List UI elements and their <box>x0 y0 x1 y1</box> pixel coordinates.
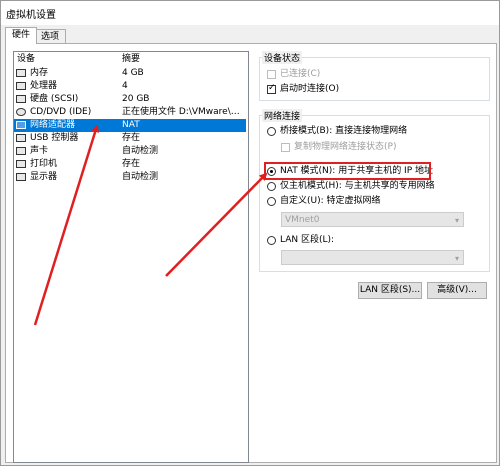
vmnet-select[interactable]: VMnet0 ▾ <box>281 212 464 227</box>
device-summary: 4 GB <box>122 68 144 78</box>
device-name: 打印机 <box>30 159 58 169</box>
custom-label: 自定义(U): 特定虚拟网络 <box>280 196 381 206</box>
sound-icon <box>16 147 26 155</box>
device-row-cpu[interactable]: 处理器 4 <box>14 80 246 93</box>
device-row-display[interactable]: 显示器 自动检测 <box>14 171 246 184</box>
device-summary: 存在 <box>122 159 141 169</box>
tab-options[interactable]: 选项 <box>34 29 67 44</box>
lan-segment-radio[interactable] <box>267 236 276 245</box>
network-connection-group <box>259 115 490 272</box>
host-only-label: 仅主机模式(H): 与主机共享的专用网络 <box>280 181 435 191</box>
device-row-cdrom[interactable]: CD/DVD (IDE) 正在使用文件 D:\VMware\Ce... <box>14 106 246 119</box>
connect-at-power-on-checkbox[interactable] <box>267 83 276 94</box>
column-header-summary[interactable]: 摘要 <box>122 53 140 66</box>
chevron-down-icon: ▾ <box>454 254 459 263</box>
connected-checkbox[interactable] <box>267 70 276 79</box>
network-adapter-icon <box>16 121 26 129</box>
device-row-sound[interactable]: 声卡 自动检测 <box>14 145 246 158</box>
network-connection-label: 网络连接 <box>262 109 303 122</box>
disk-icon <box>16 95 26 103</box>
memory-icon <box>16 69 26 77</box>
device-summary: 自动检测 <box>122 172 159 182</box>
usb-icon <box>16 134 26 142</box>
bridged-radio[interactable] <box>267 127 276 136</box>
device-name: 处理器 <box>30 81 58 91</box>
device-row-disk[interactable]: 硬盘 (SCSI) 20 GB <box>14 93 246 106</box>
host-only-radio[interactable] <box>267 182 276 191</box>
device-name: 内存 <box>30 68 49 78</box>
device-summary: 正在使用文件 D:\VMware\Ce... <box>122 107 246 117</box>
device-row-memory[interactable]: 内存 4 GB <box>14 67 246 80</box>
device-status-label: 设备状态 <box>262 51 303 64</box>
window-title: 虚拟机设置 <box>6 10 56 21</box>
device-name: USB 控制器 <box>30 133 79 143</box>
device-name: 显示器 <box>30 172 58 182</box>
cpu-icon <box>16 82 26 90</box>
device-name: 硬盘 (SCSI) <box>30 94 79 104</box>
device-name: CD/DVD (IDE) <box>30 107 92 117</box>
title-bar <box>1 1 499 25</box>
bridged-label: 桥接模式(B): 直接连接物理网络 <box>280 126 408 136</box>
device-summary: NAT <box>122 120 140 130</box>
custom-radio[interactable] <box>267 197 276 206</box>
lan-segment-select[interactable]: ▾ <box>281 250 464 265</box>
lan-segment-label: LAN 区段(L): <box>280 235 335 245</box>
device-summary: 4 <box>122 81 128 91</box>
display-icon <box>16 173 26 181</box>
connected-label: 已连接(C) <box>280 69 321 79</box>
device-summary: 自动检测 <box>122 146 159 156</box>
nat-highlight-box <box>264 162 431 180</box>
device-summary: 20 GB <box>122 94 150 104</box>
device-row-network-adapter[interactable]: 网络适配器 NAT <box>14 119 246 132</box>
vmnet-select-value: VMnet0 <box>285 215 320 225</box>
cdrom-icon <box>16 108 26 116</box>
device-summary: 存在 <box>122 133 141 143</box>
column-header-device[interactable]: 设备 <box>17 53 35 66</box>
device-row-usb[interactable]: USB 控制器 存在 <box>14 132 246 145</box>
advanced-button[interactable]: 高级(V)... <box>427 282 487 299</box>
replicate-state-checkbox[interactable] <box>281 143 290 152</box>
device-name: 声卡 <box>30 146 49 156</box>
device-row-printer[interactable]: 打印机 存在 <box>14 158 246 171</box>
connect-at-power-on-label: 启动时连接(O) <box>280 84 340 94</box>
lan-segments-button[interactable]: LAN 区段(S)... <box>358 282 422 299</box>
replicate-state-label: 复制物理网络连接状态(P) <box>294 142 397 152</box>
chevron-down-icon: ▾ <box>454 216 459 225</box>
device-name: 网络适配器 <box>30 120 76 130</box>
tab-hardware[interactable]: 硬件 <box>5 27 38 44</box>
printer-icon <box>16 160 26 168</box>
